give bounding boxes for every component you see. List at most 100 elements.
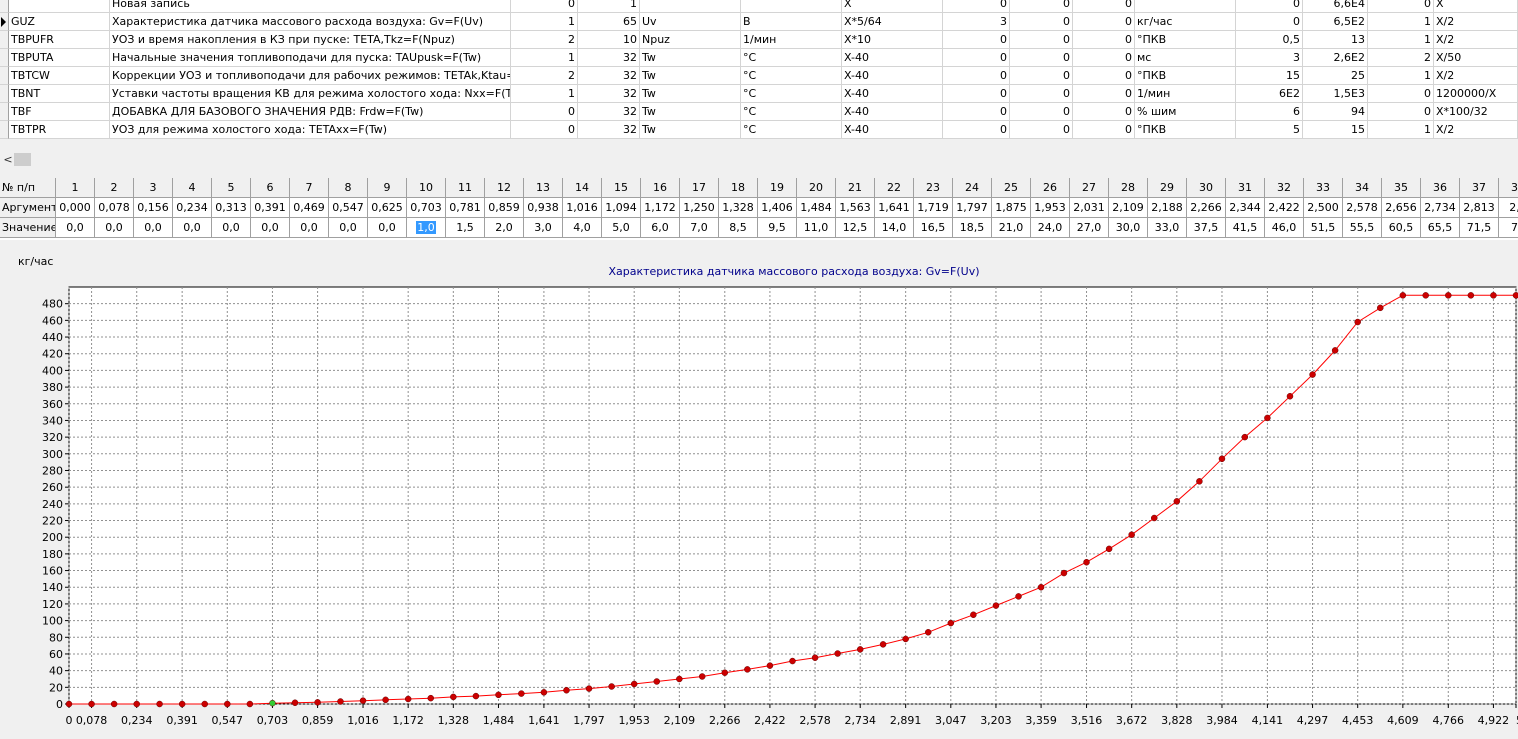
table-cell-arg[interactable]: Tw	[640, 49, 741, 67]
argument-cell[interactable]: 1,016	[563, 198, 602, 218]
table-cell-vformula[interactable]: X	[1434, 0, 1518, 13]
table-cell-name[interactable]: Уставки частоты вращения КВ для режима х…	[110, 85, 511, 103]
data-point[interactable]	[404, 695, 412, 703]
argument-cell[interactable]: 1,563	[836, 198, 875, 218]
row-indicator[interactable]	[0, 0, 9, 13]
table-cell-vformula[interactable]: X/50	[1434, 49, 1518, 67]
value-cell[interactable]: 8,5	[719, 218, 758, 238]
argument-cell[interactable]: 1,875	[992, 198, 1031, 218]
table-cell-c2[interactable]: 65	[578, 13, 640, 31]
table-cell-vunit[interactable]: мс	[1135, 49, 1236, 67]
argument-cell[interactable]: 0,703	[407, 198, 446, 218]
argument-cell[interactable]: 0,156	[134, 198, 173, 218]
table-cell-c2[interactable]: 1	[578, 0, 640, 13]
table-cell-c4[interactable]: 0	[1010, 121, 1073, 139]
table-cell-max[interactable]: 1,5E3	[1303, 85, 1368, 103]
data-point[interactable]	[879, 641, 887, 648]
table-cell-c3[interactable]: 0	[943, 121, 1010, 139]
data-point[interactable]	[992, 602, 1000, 609]
row-indicator[interactable]	[0, 121, 9, 139]
table-cell-c5[interactable]: 0	[1073, 85, 1135, 103]
argument-cell[interactable]: 1,641	[875, 198, 914, 218]
table-cell-code[interactable]: TBTPR	[9, 121, 110, 139]
value-cell[interactable]: 27,0	[1070, 218, 1109, 238]
argument-cell[interactable]: 1,328	[719, 198, 758, 218]
table-row[interactable]: TBTCW Коррекции УОЗ и топливоподачи для р…	[0, 67, 1518, 85]
table-row[interactable]: Новая запись 0 1 X 0 0 0 0 6,6E4 0 X	[0, 0, 1518, 13]
value-cell[interactable]: 14,0	[875, 218, 914, 238]
records-horizontal-scrollbar[interactable]: <	[0, 151, 1518, 168]
data-point[interactable]	[269, 699, 276, 707]
data-point[interactable]	[698, 673, 706, 680]
value-cell[interactable]: 55,5	[1343, 218, 1382, 238]
table-cell-c2[interactable]: 32	[578, 85, 640, 103]
index-cell[interactable]: 36	[1421, 178, 1460, 198]
index-cell[interactable]: 12	[485, 178, 524, 198]
index-cell[interactable]: 5	[212, 178, 251, 198]
table-cell-c1[interactable]: 0	[511, 0, 578, 13]
value-cell[interactable]: 7,0	[680, 218, 719, 238]
table-cell-vformula[interactable]: X/2	[1434, 31, 1518, 49]
table-cell-name[interactable]: Новая запись	[110, 0, 511, 13]
value-cell[interactable]: 6,0	[641, 218, 680, 238]
data-point[interactable]	[1060, 569, 1068, 577]
table-cell-max[interactable]: 94	[1303, 103, 1368, 121]
table-cell-arg[interactable]: Uv	[640, 13, 741, 31]
index-cell[interactable]: 22	[875, 178, 914, 198]
table-cell-c1[interactable]: 2	[511, 67, 578, 85]
index-cell[interactable]: 29	[1148, 178, 1187, 198]
data-point[interactable]	[902, 635, 909, 643]
value-cell[interactable]: 24,0	[1031, 218, 1070, 238]
data-point[interactable]	[1445, 292, 1452, 299]
table-cell-code[interactable]: TBTCW	[9, 67, 110, 85]
index-cell[interactable]: 18	[719, 178, 758, 198]
value-cell[interactable]: 3,0	[524, 218, 563, 238]
table-cell-vformula[interactable]: X*100/32	[1434, 103, 1518, 121]
table-cell-arg[interactable]: Tw	[640, 103, 741, 121]
data-point[interactable]	[1354, 318, 1361, 326]
argument-cell[interactable]: 2,656	[1382, 198, 1421, 218]
data-point[interactable]	[1399, 292, 1407, 299]
table-cell-min[interactable]: 0	[1236, 13, 1303, 31]
data-point[interactable]	[721, 669, 729, 676]
index-cell[interactable]: 35	[1382, 178, 1421, 198]
argument-cell[interactable]: 2,813	[1460, 198, 1499, 218]
table-cell-dec[interactable]: 1	[1368, 121, 1434, 139]
index-cell[interactable]: 27	[1070, 178, 1109, 198]
table-cell-c2[interactable]: 32	[578, 103, 640, 121]
table-cell-c2[interactable]: 32	[578, 67, 640, 85]
value-cell[interactable]: 0,0	[329, 218, 368, 238]
table-cell-formula[interactable]: X*5/64	[842, 13, 943, 31]
index-cell[interactable]: 20	[797, 178, 836, 198]
value-cell[interactable]: 30,0	[1109, 218, 1148, 238]
data-point[interactable]	[246, 700, 254, 708]
data-point[interactable]	[1286, 393, 1294, 400]
table-cell-code[interactable]	[9, 0, 110, 13]
argument-cell[interactable]: 0,000	[56, 198, 95, 218]
table-cell-formula[interactable]: X-40	[842, 85, 943, 103]
table-cell-c5[interactable]: 0	[1073, 49, 1135, 67]
data-point[interactable]	[382, 696, 389, 704]
table-cell-c1[interactable]: 0	[511, 121, 578, 139]
table-cell-unit[interactable]: °C	[741, 49, 842, 67]
table-cell-vunit[interactable]: °ПКВ	[1135, 31, 1236, 49]
data-point[interactable]	[224, 700, 231, 708]
data-point[interactable]	[970, 611, 977, 619]
index-cell[interactable]: 17	[680, 178, 719, 198]
table-cell-unit[interactable]	[741, 0, 842, 13]
value-cell[interactable]: 0,0	[95, 218, 134, 238]
table-cell-c4[interactable]: 0	[1010, 49, 1073, 67]
selected-value-text[interactable]: 1,0	[416, 221, 436, 234]
value-cell[interactable]: 0,0	[56, 218, 95, 238]
table-cell-c5[interactable]: 0	[1073, 0, 1135, 13]
table-cell-c4[interactable]: 0	[1010, 13, 1073, 31]
table-cell-c3[interactable]: 3	[943, 13, 1010, 31]
index-cell[interactable]: 10	[407, 178, 446, 198]
data-point[interactable]	[359, 697, 367, 704]
index-cell[interactable]: 23	[914, 178, 953, 198]
row-indicator[interactable]	[0, 31, 9, 49]
table-cell-max[interactable]: 6,6E4	[1303, 0, 1368, 13]
table-cell-formula[interactable]: X-40	[842, 67, 943, 85]
table-cell-arg[interactable]: Tw	[640, 67, 741, 85]
table-cell-c2[interactable]: 32	[578, 121, 640, 139]
